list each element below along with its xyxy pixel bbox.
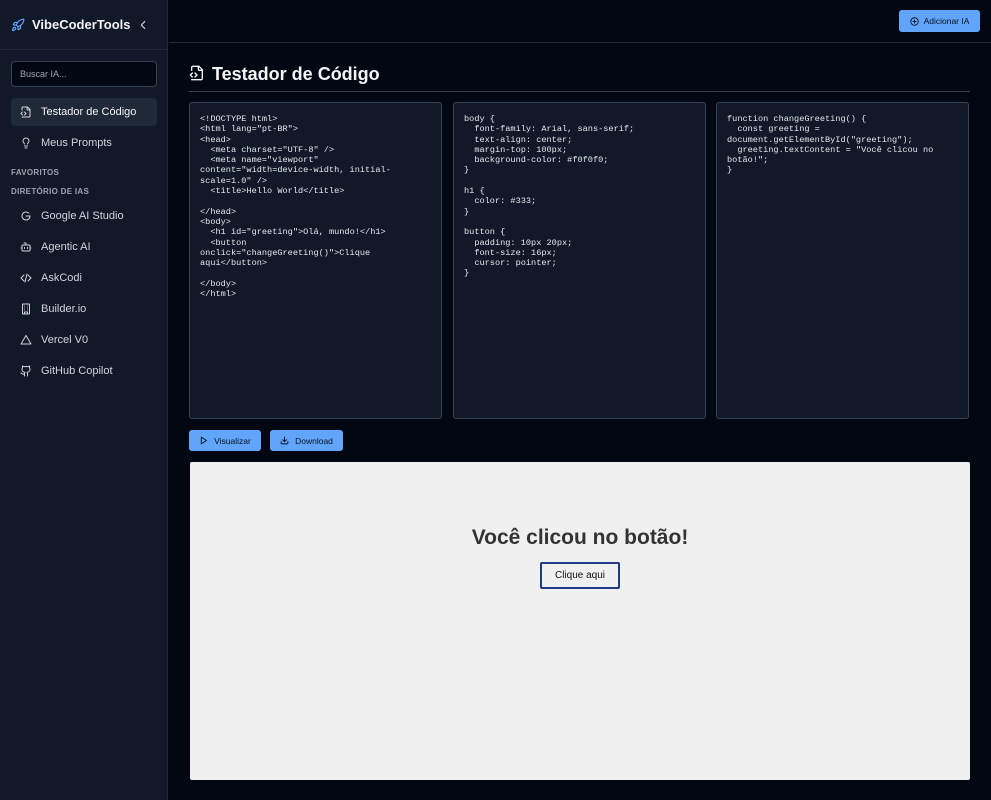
visualize-button[interactable]: Visualizar: [189, 430, 261, 451]
add-ai-button[interactable]: Adicionar IA: [899, 10, 980, 32]
directory-item-label: Agentic AI: [41, 241, 91, 253]
code-file-icon: [189, 65, 205, 81]
page-header: Testador de Código: [189, 64, 970, 92]
page-title: Testador de Código: [212, 64, 380, 84]
sidebar: VibeCoderTools Testador de Código Meus P…: [0, 0, 168, 800]
nav-item-label: Meus Prompts: [41, 137, 112, 149]
visualize-label: Visualizar: [214, 435, 251, 446]
google-icon: [20, 210, 32, 222]
directory-item-label: AskCodi: [41, 272, 82, 284]
preview-click-button[interactable]: Clique aqui: [539, 562, 621, 589]
directory-item-label: Vercel V0: [41, 334, 89, 346]
lightbulb-icon: [20, 137, 32, 149]
directory-item-google-ai-studio[interactable]: Google AI Studio: [11, 202, 157, 230]
search-input[interactable]: [11, 61, 157, 87]
nav-item-label: Testador de Código: [41, 106, 137, 118]
chevron-left-icon[interactable]: [136, 18, 150, 32]
directory-heading: DIRETÓRIO DE IAS: [11, 187, 90, 196]
triangle-icon: [20, 334, 32, 346]
html-editor[interactable]: <!DOCTYPE html> <html lang="pt-BR"> <hea…: [189, 102, 442, 419]
download-button[interactable]: Download: [270, 430, 343, 451]
brand: VibeCoderTools: [0, 0, 167, 50]
directory-item-github-copilot[interactable]: GitHub Copilot: [11, 357, 157, 385]
html-code: <!DOCTYPE html> <html lang="pt-BR"> <hea…: [200, 114, 391, 300]
directory-item-askcodi[interactable]: AskCodi: [11, 264, 157, 292]
code-brackets-icon: [20, 272, 32, 284]
directory-item-label: Google AI Studio: [41, 210, 124, 222]
css-editor[interactable]: body { font-family: Arial, sans-serif; t…: [453, 102, 706, 419]
directory-item-label: Builder.io: [41, 303, 87, 315]
top-bar: Adicionar IA: [169, 0, 991, 43]
js-code: function changeGreeting() { const greeti…: [727, 114, 934, 176]
github-icon: [20, 365, 32, 377]
add-ai-label: Adicionar IA: [923, 16, 970, 26]
code-file-icon: [20, 106, 32, 118]
directory-item-builder-io[interactable]: Builder.io: [11, 295, 157, 323]
rocket-icon: [11, 18, 25, 32]
download-icon: [280, 436, 289, 445]
nav-item-my-prompts[interactable]: Meus Prompts: [11, 129, 157, 157]
building-icon: [20, 303, 32, 315]
app-name: VibeCoderTools: [32, 17, 131, 32]
directory-item-agentic-ai[interactable]: Agentic AI: [11, 233, 157, 261]
download-label: Download: [295, 435, 333, 446]
js-editor[interactable]: function changeGreeting() { const greeti…: [716, 102, 969, 419]
preview-frame[interactable]: Você clicou no botão! Clique aqui: [190, 462, 970, 780]
favorites-heading: FAVORITOS: [11, 168, 60, 177]
directory-item-label: GitHub Copilot: [41, 365, 113, 377]
directory-item-vercel-v0[interactable]: Vercel V0: [11, 326, 157, 354]
play-icon: [199, 436, 208, 445]
plus-circle-icon: [909, 16, 919, 26]
css-code: body { font-family: Arial, sans-serif; t…: [464, 114, 635, 279]
preview-heading: Você clicou no botão!: [471, 526, 689, 549]
nav-item-code-tester[interactable]: Testador de Código: [11, 98, 157, 126]
bot-icon: [20, 241, 32, 253]
